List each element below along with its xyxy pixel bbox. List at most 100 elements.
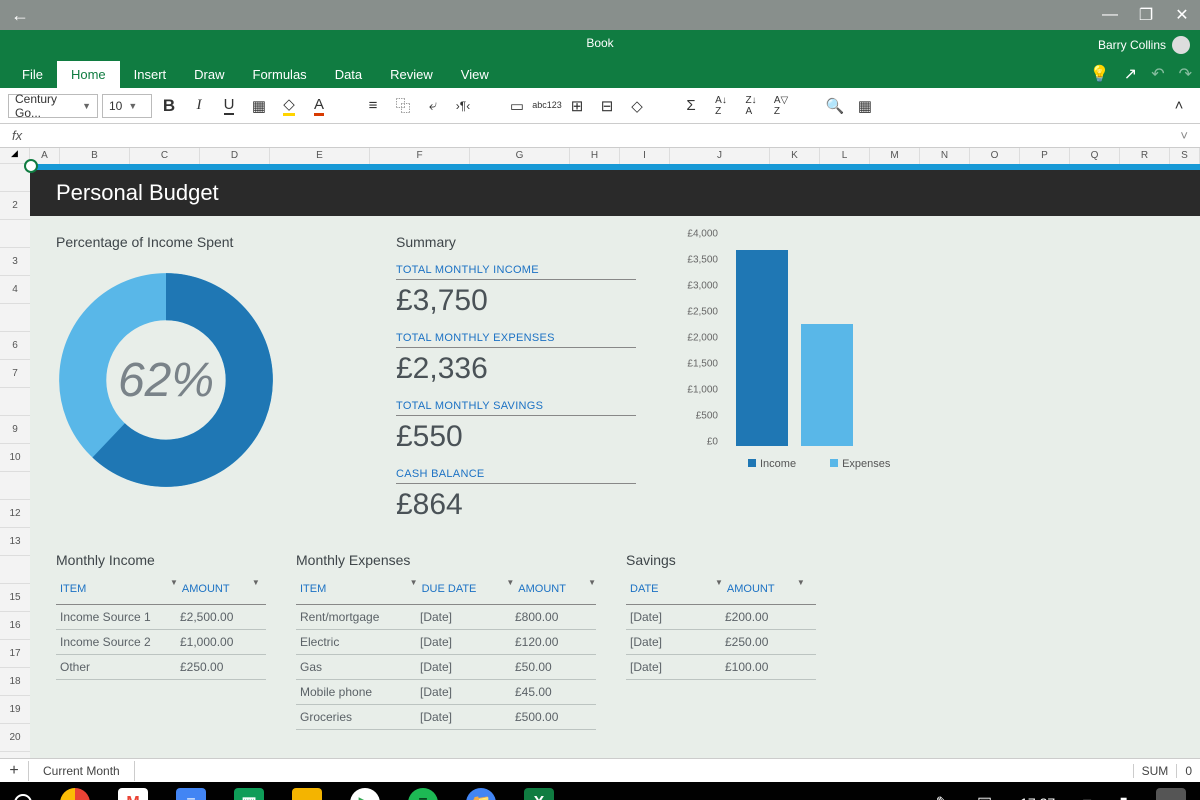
back-button[interactable]: ← (0, 5, 40, 26)
tab-draw[interactable]: Draw (180, 61, 238, 88)
table-row[interactable]: [Date]£100.00 (626, 655, 816, 680)
delete-cells-button[interactable]: ⊟ (594, 93, 620, 119)
font-name-dropdown[interactable]: Century Go...▼ (8, 94, 98, 118)
font-color-button[interactable]: A (306, 93, 332, 119)
col-header[interactable]: D (200, 148, 270, 164)
merge-button[interactable]: ⿻ (390, 93, 416, 119)
row-header[interactable]: 19 (0, 696, 30, 724)
col-amount[interactable]: AMOUNT (178, 578, 248, 600)
row-header[interactable]: 15 (0, 584, 30, 612)
col-item[interactable]: ITEM (296, 578, 406, 600)
pen-icon[interactable]: ✎ (936, 793, 949, 800)
col-header[interactable]: M (870, 148, 920, 164)
col-header[interactable]: K (770, 148, 820, 164)
battery-icon[interactable]: ▮ (1119, 793, 1128, 800)
col-due[interactable]: DUE DATE (418, 578, 503, 600)
table-row[interactable]: Other£250.00 (56, 655, 266, 680)
cell-selection-handle[interactable] (24, 159, 38, 173)
clock[interactable]: 17:37 (1020, 795, 1055, 800)
chrome-icon[interactable] (60, 788, 90, 800)
tab-review[interactable]: Review (376, 61, 447, 88)
tab-formulas[interactable]: Formulas (239, 61, 321, 88)
spotify-icon[interactable]: ≡ (408, 788, 438, 800)
formula-bar[interactable]: fx ˅ (0, 124, 1200, 148)
col-header[interactable]: R (1120, 148, 1170, 164)
wifi-icon[interactable]: ▾ (1083, 793, 1091, 800)
tab-file[interactable]: File (8, 61, 57, 88)
filter-icon[interactable]: ▼ (252, 578, 260, 600)
row-header[interactable] (0, 472, 30, 500)
row-header[interactable]: 10 (0, 444, 30, 472)
col-header[interactable]: E (270, 148, 370, 164)
filter-icon[interactable]: ▼ (410, 578, 418, 600)
sort-desc-button[interactable]: Z↓A (738, 93, 764, 119)
col-header[interactable]: I (620, 148, 670, 164)
row-header[interactable]: 17 (0, 640, 30, 668)
filter-icon[interactable]: ▼ (797, 578, 805, 600)
docs-icon[interactable]: ≡ (176, 788, 206, 800)
align-button[interactable]: ≡ (360, 93, 386, 119)
redo-icon[interactable]: ↷ (1179, 64, 1192, 84)
filter-icon[interactable]: ▼ (588, 578, 596, 600)
row-header[interactable]: 18 (0, 668, 30, 696)
row-header[interactable]: 13 (0, 528, 30, 556)
tab-data[interactable]: Data (321, 61, 376, 88)
maximize-button[interactable]: ❐ (1128, 5, 1164, 25)
add-sheet-button[interactable]: + (0, 762, 28, 780)
paragraph-button[interactable]: ›¶‹ (450, 93, 476, 119)
table-row[interactable]: [Date]£200.00 (626, 605, 816, 630)
col-item[interactable]: ITEM (56, 578, 166, 600)
col-header[interactable]: H (570, 148, 620, 164)
number-format-button[interactable]: ▭ (504, 93, 530, 119)
tab-insert[interactable]: Insert (120, 61, 181, 88)
user-avatar[interactable] (1156, 788, 1186, 800)
share-icon[interactable]: ↗ (1124, 64, 1137, 84)
col-amount[interactable]: AMOUNT (723, 578, 793, 600)
col-header[interactable]: L (820, 148, 870, 164)
filter-icon[interactable]: ▼ (506, 578, 514, 600)
gmail-icon[interactable]: M (118, 788, 148, 800)
col-header[interactable]: O (970, 148, 1020, 164)
sort-asc-button[interactable]: A↓Z (708, 93, 734, 119)
row-header[interactable] (0, 304, 30, 332)
table-row[interactable]: Electric[Date]£120.00 (296, 630, 596, 655)
files-icon[interactable]: 📁 (466, 788, 496, 800)
col-header[interactable]: Q (1070, 148, 1120, 164)
filter-icon[interactable]: ▼ (715, 578, 723, 600)
table-row[interactable]: Income Source 1£2,500.00 (56, 605, 266, 630)
table-row[interactable]: [Date]£250.00 (626, 630, 816, 655)
underline-button[interactable]: U (216, 93, 242, 119)
row-header[interactable]: 6 (0, 332, 30, 360)
italic-button[interactable]: I (186, 93, 212, 119)
table-row[interactable]: Mobile phone[Date]£45.00 (296, 680, 596, 705)
clear-button[interactable]: ◇ (624, 93, 650, 119)
collapse-ribbon-button[interactable]: ˄ (1166, 93, 1192, 119)
row-headers[interactable]: 2346791012131516171819202122 (0, 164, 30, 782)
table-row[interactable]: Gas[Date]£50.00 (296, 655, 596, 680)
row-header[interactable]: 2 (0, 192, 30, 220)
table-row[interactable]: Groceries[Date]£500.00 (296, 705, 596, 730)
col-amount[interactable]: AMOUNT (514, 578, 584, 600)
row-header[interactable]: 7 (0, 360, 30, 388)
col-header[interactable]: F (370, 148, 470, 164)
avatar[interactable] (1172, 36, 1190, 54)
slides-icon[interactable]: ▭ (292, 788, 322, 800)
autosum-button[interactable]: Σ (678, 93, 704, 119)
sheets-icon[interactable]: ▦ (234, 788, 264, 800)
col-header[interactable]: S (1170, 148, 1200, 164)
table-row[interactable]: Income Source 2£1,000.00 (56, 630, 266, 655)
filter-icon[interactable]: ▼ (170, 578, 178, 600)
tab-home[interactable]: Home (57, 61, 120, 88)
row-header[interactable]: 20 (0, 724, 30, 752)
excel-icon[interactable]: X (524, 788, 554, 800)
user-info[interactable]: Barry Collins (1098, 36, 1190, 54)
sheet-tab[interactable]: Current Month (28, 761, 135, 781)
lightbulb-icon[interactable]: 💡 (1090, 64, 1110, 84)
borders-button[interactable]: ▦ (246, 93, 272, 119)
row-header[interactable]: 9 (0, 416, 30, 444)
wallpaper-icon[interactable]: ▣ (977, 793, 992, 800)
bold-button[interactable]: B (156, 93, 182, 119)
row-header[interactable]: 16 (0, 612, 30, 640)
column-headers[interactable]: ABCDEFGHIJKLMNOPQRS (30, 148, 1200, 164)
font-size-dropdown[interactable]: 10▼ (102, 94, 152, 118)
